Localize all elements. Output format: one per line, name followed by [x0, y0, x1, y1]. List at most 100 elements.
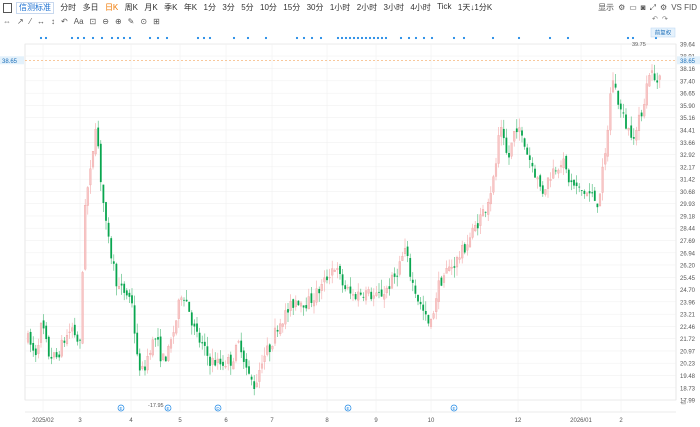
candle	[385, 287, 388, 294]
candle	[611, 80, 615, 93]
candle	[427, 315, 430, 324]
candle	[598, 193, 602, 207]
event-dot	[631, 36, 635, 40]
candle	[26, 333, 30, 343]
candle	[619, 103, 622, 110]
candle	[630, 125, 633, 138]
candle	[458, 257, 461, 260]
candle	[588, 191, 591, 194]
candle	[245, 358, 248, 368]
candle	[487, 202, 490, 215]
candle	[549, 179, 552, 181]
redo-icon[interactable]: ↷	[662, 16, 668, 23]
candle	[266, 345, 269, 355]
candle	[138, 353, 141, 371]
candle	[331, 268, 334, 276]
candle	[417, 294, 419, 302]
candle	[422, 304, 425, 311]
undo-icon[interactable]: ↶	[652, 16, 658, 23]
candle	[102, 184, 105, 203]
event-dot	[462, 36, 466, 40]
candle	[177, 299, 180, 319]
y-tick-label: 18.73	[680, 386, 696, 392]
event-dot	[344, 36, 348, 40]
candle	[63, 340, 66, 343]
kline-chart[interactable]: 39.6438.9138.1637.4036.6535.9035.1634.41…	[0, 0, 700, 427]
zoom-icon[interactable]: ⊡	[681, 400, 686, 406]
candle	[437, 280, 440, 302]
candle	[606, 130, 609, 157]
candle	[575, 182, 578, 187]
candle	[91, 151, 95, 168]
candle	[47, 336, 50, 357]
candle	[328, 277, 331, 279]
candle	[68, 331, 71, 333]
candle	[502, 128, 505, 139]
candle	[640, 112, 643, 117]
candle	[609, 93, 612, 131]
candle	[203, 341, 206, 346]
candle	[489, 193, 492, 205]
candle	[346, 287, 349, 289]
candle	[76, 334, 79, 342]
candle	[237, 341, 240, 343]
candle	[258, 370, 261, 382]
candle	[52, 352, 56, 358]
candle	[453, 266, 456, 268]
restore-button-label: 前复权	[655, 29, 672, 37]
y-tick-label: 26.94	[680, 251, 696, 257]
candle	[383, 294, 386, 300]
candle	[198, 332, 201, 343]
candle	[596, 203, 599, 208]
candle	[105, 202, 107, 221]
candle	[604, 153, 607, 165]
candle	[466, 244, 469, 251]
candle	[406, 246, 409, 257]
candle	[461, 244, 464, 259]
candle	[299, 302, 303, 307]
candle	[99, 143, 102, 183]
y-tick-label: 21.72	[680, 337, 696, 343]
candle	[141, 366, 144, 369]
candle	[232, 361, 235, 370]
candle	[157, 337, 159, 340]
event-dot	[156, 36, 160, 40]
candle	[476, 223, 479, 229]
candle	[658, 75, 661, 80]
candle	[474, 225, 477, 232]
candle	[154, 338, 157, 340]
candle	[432, 313, 435, 319]
candle	[55, 352, 58, 358]
candle	[411, 279, 414, 283]
event-dot	[310, 36, 314, 40]
event-dot	[82, 36, 86, 40]
y-tick-label: 25.45	[680, 276, 696, 282]
candle	[45, 325, 48, 340]
candle	[250, 376, 253, 380]
event-dot	[566, 36, 570, 40]
candle	[302, 305, 305, 308]
candle	[513, 131, 516, 142]
event-dot	[491, 36, 495, 40]
candle	[305, 305, 308, 309]
event-marker-label: E	[166, 406, 169, 411]
candle	[614, 83, 617, 88]
candle	[107, 222, 110, 237]
candle	[521, 130, 523, 136]
candle	[240, 340, 243, 353]
x-tick-label: 5	[178, 418, 182, 424]
y-tick-label: 27.69	[680, 239, 696, 245]
candle	[510, 142, 513, 157]
event-dot	[414, 36, 418, 40]
low-label: -17.95	[148, 403, 164, 409]
candle	[552, 168, 555, 179]
candle	[508, 153, 510, 158]
candle	[396, 275, 399, 277]
x-tick-label: 2025/02	[32, 418, 54, 424]
candle	[196, 323, 198, 332]
y-tick-label: 24.70	[680, 288, 696, 294]
candle	[622, 112, 625, 114]
event-dot	[246, 36, 250, 40]
candle	[455, 257, 459, 268]
candle	[531, 162, 534, 167]
